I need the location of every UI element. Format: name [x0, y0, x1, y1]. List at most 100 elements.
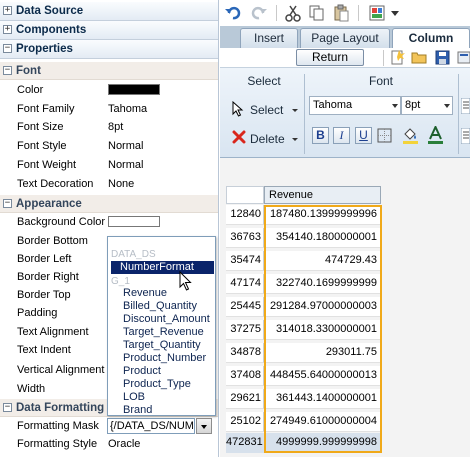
table-cell-revenue[interactable]: 354140.1800000001 — [265, 228, 381, 248]
table-cell-revenue[interactable]: 293011.75 — [265, 343, 381, 363]
table-total-revenue[interactable]: 4999999.999999998 — [265, 433, 381, 453]
redo-icon[interactable] — [250, 4, 268, 22]
table-cell[interactable]: 29621 — [226, 389, 264, 409]
tab-column[interactable]: Column — [392, 28, 470, 49]
table-cell-revenue[interactable]: 474729.43 — [265, 251, 381, 271]
prop-row-color[interactable]: Color — [0, 81, 218, 100]
fill-icon[interactable] — [402, 126, 419, 144]
prop-row-font-family[interactable]: Font Family Tahoma — [0, 100, 218, 119]
chevron-down-icon — [201, 425, 207, 429]
color-swatch[interactable] — [108, 84, 160, 95]
expand-icon[interactable]: + — [3, 6, 12, 15]
prop-row-font-style[interactable]: Font Style Normal — [0, 137, 218, 156]
delete-button[interactable]: Delete — [228, 128, 300, 150]
return-button[interactable]: Return — [296, 49, 364, 66]
popup-item[interactable]: LOB — [123, 391, 145, 404]
collapse-icon[interactable]: − — [3, 44, 12, 53]
prop-value[interactable]: Normal — [108, 140, 143, 152]
collapse-icon[interactable]: − — [3, 403, 12, 412]
select-button[interactable]: Select — [228, 99, 300, 121]
accordion-data-source[interactable]: + Data Source — [0, 2, 218, 21]
color-swatch[interactable] — [108, 216, 160, 227]
table-cell[interactable]: 34878 — [226, 343, 264, 363]
underline-button[interactable]: U — [355, 127, 372, 144]
collapse-icon[interactable]: − — [3, 66, 12, 75]
align-icon[interactable] — [461, 98, 470, 114]
tab-insert[interactable]: Insert — [240, 28, 298, 48]
popup-item[interactable]: Brand — [123, 404, 152, 417]
table-cell-revenue[interactable]: 361443.1400000001 — [265, 389, 381, 409]
expand-icon[interactable]: + — [3, 25, 12, 34]
section-font[interactable]: − Font — [0, 62, 218, 80]
table-cell[interactable]: 35474 — [226, 251, 264, 271]
table-cell-revenue[interactable]: 448455.64000000013 — [265, 366, 381, 386]
section-appearance[interactable]: − Appearance — [0, 195, 218, 213]
field-picker-popup[interactable]: DATA_DS NumberFormat G_1 Revenue Billed_… — [107, 236, 216, 416]
prop-value[interactable]: Tahoma — [108, 103, 147, 115]
table-cell-revenue[interactable]: 274949.61000000004 — [265, 412, 381, 432]
accordion-properties[interactable]: − Properties — [0, 40, 218, 59]
popup-item[interactable]: Discount_Amount — [123, 313, 210, 326]
undo-icon[interactable] — [224, 4, 242, 22]
table-cell[interactable]: 47174 — [226, 274, 264, 294]
popup-item-selected[interactable]: NumberFormat — [111, 261, 214, 274]
accordion-components[interactable]: + Components — [0, 21, 218, 40]
popup-item[interactable]: Product — [123, 365, 161, 378]
table-cell-revenue[interactable]: 187480.13999999996 — [265, 205, 381, 225]
prop-name: Color — [17, 84, 44, 96]
table-cell[interactable]: 36763 — [226, 228, 264, 248]
font-size-combo[interactable]: 8pt — [401, 96, 453, 115]
table-cell[interactable]: 25102 — [226, 412, 264, 432]
prop-row-font-size[interactable]: Font Size 8pt — [0, 118, 218, 137]
prop-name: Text Alignment — [17, 325, 89, 338]
font-color-icon[interactable] — [427, 126, 444, 144]
font-family-value: Tahoma — [313, 99, 353, 111]
group-title-select: Select — [247, 74, 281, 88]
section-title: Appearance — [16, 198, 82, 210]
open-icon[interactable] — [411, 49, 428, 66]
bold-button[interactable]: B — [312, 127, 329, 144]
popup-item[interactable]: Billed_Quantity — [123, 300, 197, 313]
prop-row-text-decoration[interactable]: Text Decoration None — [0, 175, 218, 194]
justify-icon[interactable] — [461, 128, 470, 144]
table-cell[interactable]: 25445 — [226, 297, 264, 317]
table-cell-revenue[interactable]: 322740.1699999999 — [265, 274, 381, 294]
table-cell[interactable]: 12840 — [226, 205, 264, 225]
prop-value[interactable]: Normal — [108, 159, 143, 171]
table-cell[interactable]: 37275 — [226, 320, 264, 340]
popup-item[interactable]: Product_Number — [123, 352, 206, 365]
table-header-revenue[interactable]: Revenue — [264, 186, 381, 204]
table-header-cell[interactable] — [226, 186, 264, 204]
prop-row-font-weight[interactable]: Font Weight Normal — [0, 156, 218, 175]
formatting-mask-dropdown-button[interactable] — [196, 418, 212, 434]
table-cell[interactable]: 37408 — [226, 366, 264, 386]
cut-icon[interactable] — [284, 4, 302, 22]
layout-icon[interactable] — [368, 4, 386, 22]
table-cell-revenue[interactable]: 291284.97000000003 — [265, 297, 381, 317]
prop-value[interactable]: None — [108, 178, 134, 190]
prop-value[interactable]: 8pt — [108, 121, 123, 133]
prop-value[interactable]: Oracle — [108, 438, 140, 450]
italic-button[interactable]: I — [333, 127, 350, 144]
chevron-down-icon[interactable] — [391, 11, 399, 16]
prop-name: Text Decoration — [17, 178, 94, 190]
popup-item[interactable]: Revenue — [123, 287, 167, 300]
font-family-combo[interactable]: Tahoma — [309, 96, 401, 115]
save-icon[interactable] — [434, 49, 451, 66]
popup-item[interactable]: Target_Quantity — [123, 339, 201, 352]
popup-item[interactable]: Product_Type — [123, 378, 191, 391]
prop-row-formatting-style[interactable]: Formatting Style Oracle — [0, 435, 218, 454]
prop-name: Font Family — [17, 102, 75, 115]
collapse-icon[interactable]: − — [3, 199, 12, 208]
export-icon[interactable] — [456, 49, 470, 66]
tab-page-layout[interactable]: Page Layout — [300, 28, 390, 48]
prop-row-background-color[interactable]: Background Color — [0, 213, 218, 232]
new-icon[interactable] — [389, 49, 406, 66]
table-cell-revenue[interactable]: 314018.3300000001 — [265, 320, 381, 340]
table-total-cell[interactable]: 472831 — [226, 433, 264, 453]
formatting-mask-input[interactable]: {/DATA_DS/NUME — [107, 418, 195, 434]
copy-icon[interactable] — [308, 4, 326, 22]
border-icon[interactable] — [377, 128, 392, 143]
popup-item[interactable]: Target_Revenue — [123, 326, 204, 339]
paste-icon[interactable] — [332, 4, 350, 22]
